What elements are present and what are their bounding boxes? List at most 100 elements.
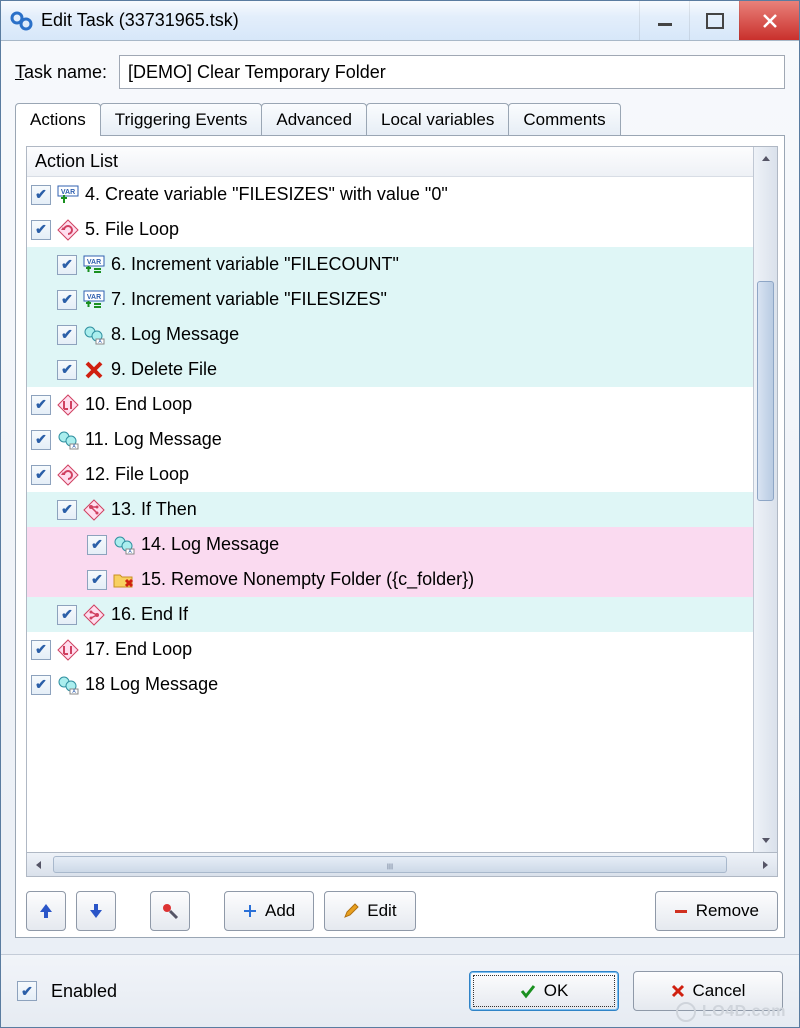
action-text: 10. End Loop [85, 394, 192, 415]
action-text: 17. End Loop [85, 639, 192, 660]
scroll-down-icon[interactable] [754, 828, 777, 852]
action-item[interactable]: A 14. Log Message [27, 527, 753, 562]
action-item[interactable]: VAR 6. Increment variable "FILECOUNT" [27, 247, 753, 282]
checkbox-icon [17, 981, 37, 1001]
hscroll-thumb[interactable] [53, 856, 727, 873]
action-item[interactable]: VAR4. Create variable "FILESIZES" with v… [27, 177, 753, 212]
action-text: 6. Increment variable "FILECOUNT" [111, 254, 399, 275]
checkbox-icon[interactable] [57, 255, 77, 275]
svg-text:VAR: VAR [87, 259, 101, 266]
checkbox-icon[interactable] [87, 535, 107, 555]
action-item[interactable]: VAR 7. Increment variable "FILESIZES" [27, 282, 753, 317]
tab-advanced[interactable]: Advanced [261, 103, 367, 136]
scroll-thumb[interactable] [757, 281, 774, 501]
vertical-scrollbar[interactable] [753, 147, 777, 852]
checkbox-icon[interactable] [31, 395, 51, 415]
action-text: 5. File Loop [85, 219, 179, 240]
remove-button[interactable]: Remove [655, 891, 778, 931]
action-item[interactable]: A18 Log Message [27, 667, 753, 702]
wizard-button[interactable] [150, 891, 190, 931]
tab-actions[interactable]: Actions [15, 103, 101, 136]
action-item[interactable]: 17. End Loop [27, 632, 753, 667]
titlebar[interactable]: Edit Task (33731965.tsk) [1, 1, 799, 41]
action-item[interactable]: 5. File Loop [27, 212, 753, 247]
action-item[interactable]: 9. Delete File [27, 352, 753, 387]
move-up-button[interactable] [26, 891, 66, 931]
tab-local-variables[interactable]: Local variables [366, 103, 509, 136]
taskname-row: Task name: [15, 55, 785, 89]
checkbox-icon[interactable] [57, 325, 77, 345]
taskname-input[interactable] [119, 55, 785, 89]
edit-button[interactable]: Edit [324, 891, 415, 931]
action-item[interactable]: A 8. Log Message [27, 317, 753, 352]
scroll-track[interactable] [754, 171, 777, 828]
check-icon [520, 983, 536, 999]
pencil-icon [343, 903, 359, 919]
action-text: 12. File Loop [85, 464, 189, 485]
window-title: Edit Task (33731965.tsk) [41, 10, 639, 31]
scroll-up-icon[interactable] [754, 147, 777, 171]
action-list[interactable]: Action List VAR4. Create variable "FILES… [27, 147, 753, 852]
tab-triggering-events[interactable]: Triggering Events [100, 103, 263, 136]
enabled-checkbox[interactable]: Enabled [17, 981, 117, 1002]
watermark: LO4D.com [676, 1002, 786, 1022]
move-down-button[interactable] [76, 891, 116, 931]
svg-text:VAR: VAR [61, 189, 75, 196]
folder-del-icon [113, 569, 135, 591]
endloop-icon [57, 639, 79, 661]
minimize-button[interactable] [639, 1, 689, 40]
var-inc-icon: VAR [83, 254, 105, 276]
action-item[interactable]: 15. Remove Nonempty Folder ({c_folder}) [27, 562, 753, 597]
log-icon: A [83, 324, 105, 346]
loop-icon [57, 464, 79, 486]
action-text: 16. End If [111, 604, 188, 625]
action-text: 8. Log Message [111, 324, 239, 345]
edit-label: Edit [367, 901, 396, 921]
taskname-label: Task name: [15, 62, 107, 83]
scroll-right-icon[interactable] [753, 853, 777, 876]
checkbox-icon[interactable] [57, 500, 77, 520]
add-button[interactable]: Add [224, 891, 314, 931]
checkbox-icon[interactable] [57, 290, 77, 310]
close-button[interactable] [739, 1, 799, 40]
action-item[interactable]: A11. Log Message [27, 422, 753, 457]
checkbox-icon[interactable] [31, 185, 51, 205]
action-item[interactable]: 12. File Loop [27, 457, 753, 492]
ok-button[interactable]: OK [469, 971, 619, 1011]
checkbox-icon[interactable] [57, 360, 77, 380]
action-text: 14. Log Message [141, 534, 279, 555]
svg-text:VAR: VAR [87, 294, 101, 301]
checkbox-icon[interactable] [31, 640, 51, 660]
var-inc-icon: VAR [83, 289, 105, 311]
window-buttons [639, 1, 799, 40]
action-item[interactable]: 16. End If [27, 597, 753, 632]
checkbox-icon[interactable] [57, 605, 77, 625]
checkbox-icon[interactable] [87, 570, 107, 590]
tab-panel: Action List VAR4. Create variable "FILES… [15, 135, 785, 938]
plus-icon [243, 904, 257, 918]
enabled-label: Enabled [51, 981, 117, 1002]
scroll-left-icon[interactable] [27, 853, 51, 876]
tab-comments[interactable]: Comments [508, 103, 620, 136]
checkbox-icon[interactable] [31, 675, 51, 695]
maximize-button[interactable] [689, 1, 739, 40]
checkbox-icon[interactable] [31, 430, 51, 450]
checkbox-icon[interactable] [31, 220, 51, 240]
action-item[interactable]: 13. If Then [27, 492, 753, 527]
action-text: 7. Increment variable "FILESIZES" [111, 289, 387, 310]
var-add-icon: VAR [57, 184, 79, 206]
window: Edit Task (33731965.tsk) Task name: Acti… [0, 0, 800, 1028]
log-icon: A [113, 534, 135, 556]
action-item[interactable]: 10. End Loop [27, 387, 753, 422]
x-icon [671, 984, 685, 998]
action-list-header: Action List [27, 147, 753, 177]
action-text: 11. Log Message [85, 429, 222, 450]
action-text: 13. If Then [111, 499, 197, 520]
action-toolbar: Add Edit Remove [26, 891, 778, 931]
checkbox-icon[interactable] [31, 465, 51, 485]
horizontal-scrollbar[interactable] [26, 853, 778, 877]
minus-icon [674, 904, 688, 918]
action-text: 18 Log Message [85, 674, 218, 695]
action-list-wrap: Action List VAR4. Create variable "FILES… [26, 146, 778, 853]
add-label: Add [265, 901, 295, 921]
